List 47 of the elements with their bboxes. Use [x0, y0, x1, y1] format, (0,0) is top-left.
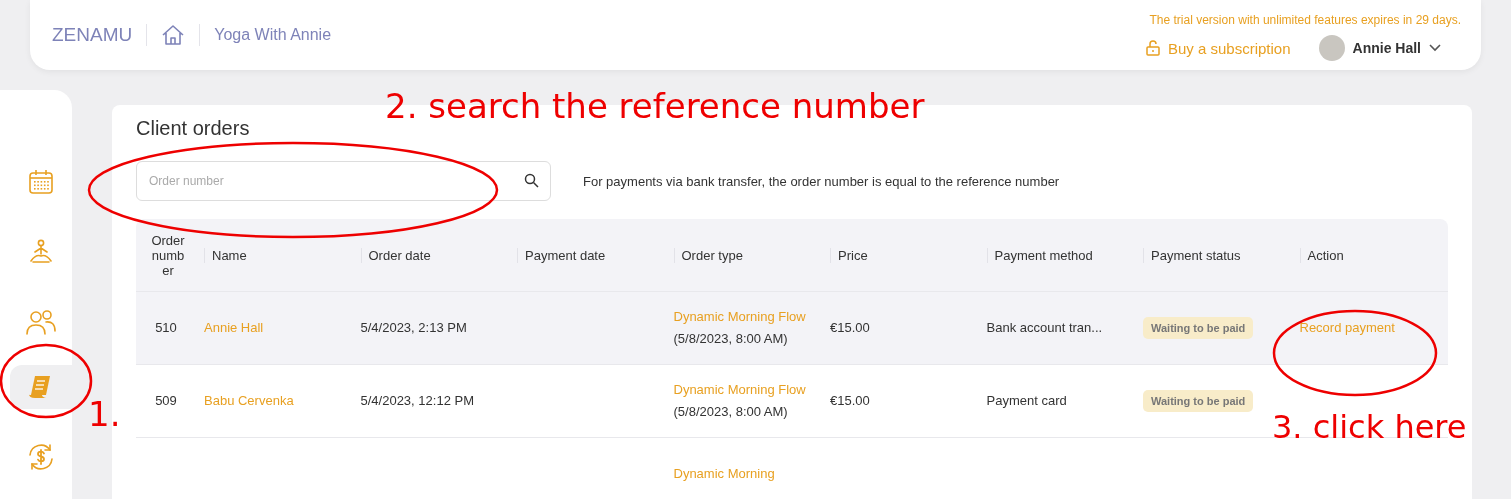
annotation-text: 3. click here [1272, 408, 1467, 446]
class-link[interactable]: Dynamic Morning Flow [673, 382, 806, 397]
table-cell: 510 [155, 320, 177, 335]
column-header: Order numb er [150, 232, 186, 278]
annotation-text: 2. search the reference number [385, 86, 925, 126]
search-field[interactable]: Order number [136, 161, 551, 201]
table-cell: 5/4/2023, 2:13 PM [360, 320, 467, 335]
client-link[interactable]: Annie Hall [204, 320, 264, 335]
search-icon [524, 173, 539, 188]
avatar [1318, 35, 1345, 61]
studio-name[interactable]: Yoga With Annie [214, 26, 332, 44]
user-menu[interactable]: Annie Hall [1318, 35, 1441, 61]
people-icon [25, 308, 57, 336]
client-link[interactable]: Babu Cervenka [204, 393, 294, 408]
hint-text: For payments via bank transfer, the order number is equal to the reference number [583, 173, 1060, 189]
table-cell: Bank account tran... [986, 320, 1103, 335]
column-header: Payment method [986, 247, 1127, 263]
table-cell: €15.00 [830, 320, 870, 335]
currency-exchange-icon [26, 442, 56, 472]
column-header: Action [1299, 247, 1440, 263]
table-cell: 5/4/2023, 12:12 PM [360, 393, 474, 408]
column-header: Name [204, 247, 345, 263]
unlock-icon [1145, 40, 1160, 56]
column-header: Price [830, 247, 971, 263]
column-header: Payment status [1143, 247, 1284, 263]
annotation-text: 1. [88, 394, 121, 434]
page-title: Client orders [136, 117, 251, 139]
column-header: Payment date [517, 247, 658, 263]
column-header: Order date [360, 247, 501, 263]
table-cell: Payment card [986, 393, 1067, 408]
class-link[interactable]: Dynamic Morning Flow [673, 309, 806, 324]
column-header: Order type [673, 247, 814, 263]
table-cell: €15.00 [830, 393, 870, 408]
table-cell: Dynamic Morning Flow (5/8/2023, 8:00 AM) [673, 382, 806, 419]
record-payment-link[interactable]: Record payment [1299, 320, 1395, 335]
home-icon[interactable] [161, 24, 186, 46]
status-badge: Waiting to be paid [1143, 390, 1254, 412]
status-badge: Waiting to be paid [1143, 317, 1254, 339]
table-cell: Dynamic Morning Flow (5/8/2023, 8:00 AM) [673, 309, 806, 346]
subscription-link[interactable]: Buy a subscription [1145, 39, 1291, 57]
trial-notice: The trial version with unlimited features expires in 29 days. [1149, 13, 1461, 27]
meditation-icon [27, 238, 55, 266]
chevron-down-icon [1429, 44, 1441, 52]
logo[interactable]: ZENAMU [52, 24, 133, 46]
calendar-icon [27, 168, 55, 196]
class-link[interactable]: Dynamic Morning [673, 466, 775, 481]
table-cell: 509 [155, 393, 177, 408]
